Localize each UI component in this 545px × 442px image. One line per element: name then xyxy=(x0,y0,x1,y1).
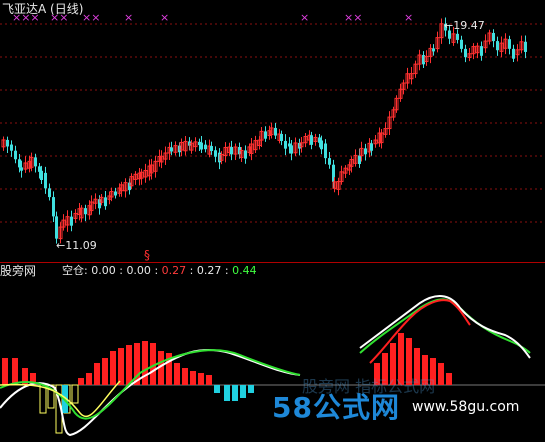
price-high-label: ←19.47 xyxy=(444,19,485,32)
indicator-value: 0.00 xyxy=(126,264,151,277)
candle-body xyxy=(496,41,499,51)
candle-body xyxy=(432,48,435,52)
candle-body xyxy=(324,143,327,159)
indicator-bar-yellow xyxy=(39,384,47,414)
indicator-bar-negative xyxy=(240,385,246,398)
signal-mark: ×× xyxy=(50,11,69,24)
candlestick-chart xyxy=(0,17,545,244)
candle-body xyxy=(370,143,373,151)
indicator-name: 空仓: xyxy=(62,264,88,277)
candle-body xyxy=(274,127,277,136)
candle-body xyxy=(204,144,207,150)
candle-body xyxy=(364,148,367,155)
indicator-bar-positive xyxy=(438,363,444,385)
candle-body xyxy=(214,150,217,157)
indicator-bar-positive xyxy=(12,358,18,385)
candle-body xyxy=(200,142,203,150)
candle-body xyxy=(84,208,87,215)
indicator-bar-positive xyxy=(198,373,204,385)
buy-signal-icon: § xyxy=(144,248,150,262)
candle-body xyxy=(310,135,313,145)
watermark-brand: 58公式网 xyxy=(272,391,400,424)
candle-body xyxy=(14,150,17,160)
candle-body xyxy=(320,140,323,150)
indicator-bar-positive xyxy=(110,351,116,385)
indicator-bar-positive xyxy=(102,358,108,385)
indicator-bar-negative xyxy=(232,385,238,401)
indicator-value: 0.27 xyxy=(196,264,222,277)
indicator-bar-positive xyxy=(126,345,132,385)
indicator-value: 0.00 xyxy=(91,264,116,277)
price-chart-panel[interactable] xyxy=(0,0,545,262)
signal-mark: × xyxy=(160,11,170,24)
indicator-bar-positive xyxy=(94,363,100,385)
indicator-values: 空仓: 0.00 : 0.00 : 0.27 : 0.27 : 0.44 xyxy=(62,264,257,277)
candle-body xyxy=(34,157,37,167)
candle-body xyxy=(280,134,283,141)
indicator-bar-positive xyxy=(86,373,92,385)
candle-body xyxy=(492,32,495,42)
candle-body xyxy=(70,216,73,226)
candle-body xyxy=(464,48,467,58)
candle-body xyxy=(480,46,483,56)
candle-body xyxy=(10,144,13,151)
candle-body xyxy=(460,39,463,49)
watermark-logo: 58公式网 xyxy=(272,390,400,426)
candle-body xyxy=(55,216,58,239)
candle-body xyxy=(104,197,107,207)
indicator-bar-positive xyxy=(206,375,212,385)
candle-body xyxy=(508,39,511,49)
indicator-bar-positive xyxy=(142,341,148,385)
signal-mark: ×× xyxy=(82,11,101,24)
candle-body xyxy=(230,147,233,155)
candle-body xyxy=(114,191,117,196)
indicator-value: 0.44 xyxy=(232,264,257,277)
candle-body xyxy=(244,150,247,159)
indicator-bar-yellow xyxy=(71,384,79,404)
candle-body xyxy=(210,146,213,151)
candle-body xyxy=(48,188,51,198)
signal-mark: × xyxy=(404,11,414,24)
indicator-bar-positive xyxy=(190,371,196,385)
candle-body xyxy=(6,139,9,147)
white-line xyxy=(359,295,531,359)
indicator-bar-positive xyxy=(446,373,452,385)
candle-body xyxy=(40,170,43,181)
indicator-bar-positive xyxy=(118,348,124,385)
candle-body xyxy=(328,158,331,165)
signal-mark: ×× xyxy=(344,11,363,24)
candle-body xyxy=(512,48,515,59)
price-low-label: ←11.09 xyxy=(56,239,97,252)
candle-body xyxy=(358,155,361,165)
candle-body xyxy=(18,159,21,168)
candle-body xyxy=(170,147,173,152)
candle-body xyxy=(290,145,293,154)
indicator-bar-negative xyxy=(224,385,230,401)
candle-body xyxy=(264,131,267,139)
indicator-source: 股旁网 xyxy=(0,264,37,278)
candle-body xyxy=(524,41,527,52)
indicator-bar-negative xyxy=(214,385,220,393)
indicator-bar-positive xyxy=(2,358,8,385)
signal-mark: × xyxy=(124,11,134,24)
indicator-bar-positive xyxy=(174,363,180,385)
candle-body xyxy=(44,172,47,189)
watermark-url: www.58gu.com xyxy=(412,399,520,415)
candle-body xyxy=(20,167,23,171)
signal-mark: × xyxy=(300,11,310,24)
candle-body xyxy=(284,140,287,149)
candle-body xyxy=(52,197,55,217)
indicator-bar-positive xyxy=(182,368,188,385)
indicator-bar-positive xyxy=(78,378,84,385)
indicator-value: 0.27 xyxy=(161,264,187,277)
indicator-bar-negative xyxy=(248,385,254,393)
signal-mark: ××× xyxy=(12,11,40,24)
candle-body xyxy=(456,33,459,40)
